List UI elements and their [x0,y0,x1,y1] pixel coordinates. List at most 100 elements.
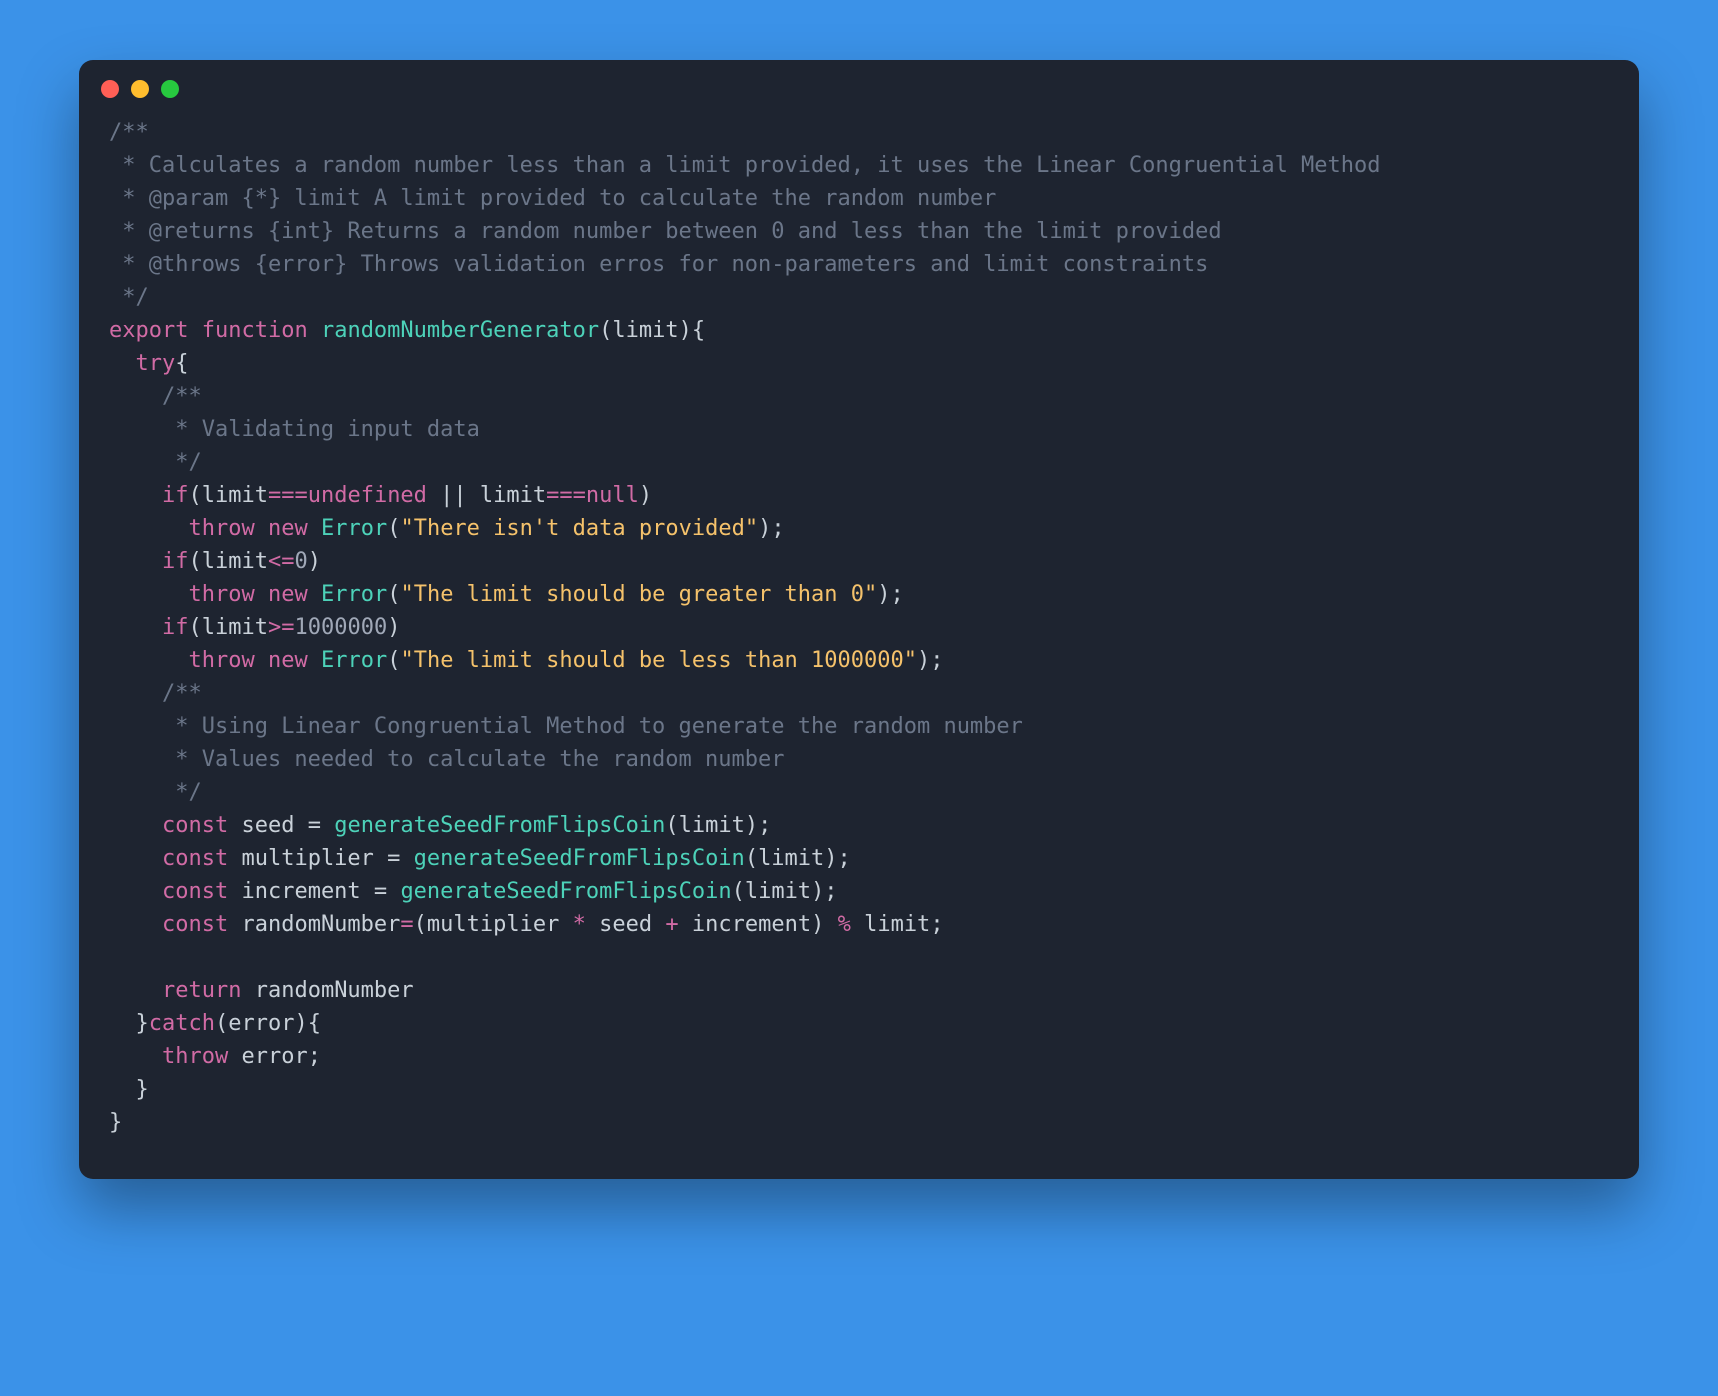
punct: = [294,813,334,838]
punct: ); [758,516,785,541]
kw-const: const [162,879,228,904]
ident: multiplier [241,846,373,871]
maximize-icon[interactable] [161,80,179,98]
punct: ; [308,1044,321,1069]
op: % [824,912,864,937]
kw-const: const [162,846,228,871]
ident: increment [241,879,360,904]
code-line: * Calculates a random number less than a… [109,153,1381,178]
punct: ){ [294,1011,321,1036]
param: limit [612,318,678,343]
class-error: Error [321,582,387,607]
code-line: * Validating input data [162,417,480,442]
op: >= [268,615,295,640]
kw-throw: throw [188,582,254,607]
punct: ; [930,912,943,937]
code-line: */ [109,285,149,310]
string: "There isn't data provided" [400,516,758,541]
num: 1000000 [294,615,387,640]
kw-throw: throw [188,648,254,673]
ident: randomNumber [241,912,400,937]
kw-undefined: undefined [308,483,427,508]
fn-call: generateSeedFromFlipsCoin [334,813,665,838]
kw-new: new [268,516,308,541]
punct: ) [639,483,652,508]
punct: ( [599,318,612,343]
op: + [652,912,692,937]
code-line: */ [162,450,202,475]
ident: limit [202,483,268,508]
punct: { [175,351,188,376]
kw-catch: catch [149,1011,215,1036]
code-line: */ [162,780,202,805]
ident: limit [864,912,930,937]
punct: ( [387,648,400,673]
ident: limit [480,483,546,508]
op: === [268,483,308,508]
kw-if: if [162,615,189,640]
code-line: * Values needed to calculate the random … [162,747,785,772]
ident: limit [202,615,268,640]
kw-return: return [162,978,241,1003]
code-block: /** * Calculates a random number less th… [79,106,1639,1179]
punct: ); [877,582,904,607]
minimize-icon[interactable] [131,80,149,98]
ident: randomNumber [255,978,414,1003]
punct: ( [188,615,201,640]
punct: ) [387,615,400,640]
kw-try: try [136,351,176,376]
class-error: Error [321,516,387,541]
window-titlebar [79,60,1639,106]
punct: ( [387,516,400,541]
punct: ( [665,813,678,838]
fn-name: randomNumberGenerator [321,318,599,343]
code-window: /** * Calculates a random number less th… [79,60,1639,1179]
punct: ( [188,483,201,508]
kw-function: function [202,318,308,343]
kw-if: if [162,483,189,508]
punct: ); [824,846,851,871]
punct: ( [215,1011,228,1036]
ident: limit [202,549,268,574]
kw-throw: throw [162,1044,228,1069]
ident: limit [745,879,811,904]
op: = [400,912,413,937]
ident: limit [758,846,824,871]
op: <= [268,549,295,574]
kw-new: new [268,582,308,607]
kw-new: new [268,648,308,673]
punct: ); [745,813,772,838]
ident: error [241,1044,307,1069]
ident: limit [679,813,745,838]
code-line: /** [162,681,202,706]
punct: ){ [679,318,706,343]
ident: seed [599,912,652,937]
kw-throw: throw [188,516,254,541]
punct: ( [745,846,758,871]
kw-const: const [162,813,228,838]
kw-export: export [109,318,188,343]
code-line: * @throws {error} Throws validation erro… [109,252,1208,277]
ident: seed [241,813,294,838]
op: * [559,912,599,937]
op: === [546,483,586,508]
class-error: Error [321,648,387,673]
string: "The limit should be less than 1000000" [400,648,917,673]
punct: } [109,1110,122,1135]
code-line: * @param {*} limit A limit provided to c… [109,186,996,211]
ident: increment [692,912,811,937]
num: 0 [294,549,307,574]
punct: ( [387,582,400,607]
punct: = [374,846,414,871]
kw-const: const [162,912,228,937]
code-line: /** [109,120,149,145]
fn-call: generateSeedFromFlipsCoin [414,846,745,871]
fn-call: generateSeedFromFlipsCoin [400,879,731,904]
param: error [228,1011,294,1036]
close-icon[interactable] [101,80,119,98]
punct: ( [414,912,427,937]
code-line: /** [162,384,202,409]
punct: } [136,1077,149,1102]
kw-if: if [162,549,189,574]
string: "The limit should be greater than 0" [400,582,877,607]
